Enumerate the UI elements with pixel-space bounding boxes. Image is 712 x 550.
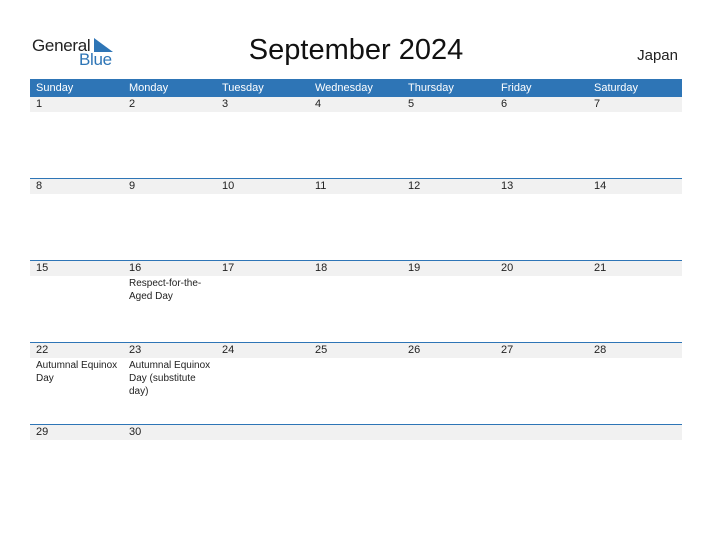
week-row: 1 2 3 4 5 6 7	[30, 97, 682, 178]
day-cell: 17	[216, 261, 309, 303]
day-cell: 19	[402, 261, 495, 303]
day-number: 28	[594, 344, 607, 356]
day-number: 13	[501, 180, 514, 192]
day-cell: 26	[402, 343, 495, 398]
day-number	[594, 425, 681, 440]
day-cell: 24	[216, 343, 309, 398]
day-number: 19	[408, 262, 421, 274]
day-cell: 12	[402, 179, 495, 195]
day-cell: 8	[30, 179, 123, 195]
day-cell: 16 Respect-for-the-Aged Day	[123, 261, 216, 303]
week-row: 29 30	[30, 424, 682, 506]
day-number: 2	[129, 98, 136, 110]
day-number: 1	[36, 98, 43, 110]
holiday-label: Autumnal Equinox Day (substitute day)	[129, 360, 211, 397]
day-number: 23	[129, 344, 142, 356]
day-number: 26	[408, 344, 421, 356]
day-number: 3	[222, 98, 229, 110]
day-number: 18	[315, 262, 328, 274]
day-number: 15	[36, 262, 49, 274]
holiday-label: Autumnal Equinox Day	[36, 360, 118, 384]
day-cell	[402, 425, 495, 441]
day-cell: 27	[495, 343, 588, 398]
day-number: 29	[36, 426, 49, 438]
day-cell: 18	[309, 261, 402, 303]
day-cell: 13	[495, 179, 588, 195]
day-cell: 25	[309, 343, 402, 398]
day-cell: 3	[216, 97, 309, 113]
weekday-friday: Friday	[501, 82, 532, 94]
day-cell: 11	[309, 179, 402, 195]
day-number: 4	[315, 98, 322, 110]
day-cell	[495, 425, 588, 441]
weekday-saturday: Saturday	[594, 82, 639, 94]
week-row: 8 9 10 11 12 13 14	[30, 178, 682, 260]
day-number: 20	[501, 262, 514, 274]
holiday-label: Respect-for-the-Aged Day	[129, 278, 202, 302]
day-number: 22	[36, 344, 49, 356]
day-number: 6	[501, 98, 508, 110]
day-cell: 22 Autumnal Equinox Day	[30, 343, 123, 398]
country-label: Japan	[637, 47, 678, 64]
day-cell	[309, 425, 402, 441]
weekday-thursday: Thursday	[408, 82, 454, 94]
day-cell: 1	[30, 97, 123, 113]
day-cell: 2	[123, 97, 216, 113]
day-cell: 14	[588, 179, 681, 195]
day-cell	[588, 425, 681, 441]
day-cell: 9	[123, 179, 216, 195]
day-number	[501, 425, 588, 440]
day-number: 9	[129, 180, 136, 192]
day-cell: 21	[588, 261, 681, 303]
day-number: 30	[129, 426, 142, 438]
day-number: 21	[594, 262, 607, 274]
day-cell: 20	[495, 261, 588, 303]
weekday-wednesday: Wednesday	[315, 82, 373, 94]
weekday-tuesday: Tuesday	[222, 82, 264, 94]
day-cell: 5	[402, 97, 495, 113]
day-number: 25	[315, 344, 328, 356]
day-number: 7	[594, 98, 601, 110]
day-number: 12	[408, 180, 421, 192]
day-cell: 28	[588, 343, 681, 398]
day-number: 17	[222, 262, 235, 274]
day-cell	[216, 425, 309, 441]
day-number: 10	[222, 180, 235, 192]
calendar-grid: Sunday Monday Tuesday Wednesday Thursday…	[30, 79, 682, 506]
week-row: 22 Autumnal Equinox Day 23 Autumnal Equinox…	[30, 342, 682, 424]
day-number	[222, 425, 309, 440]
day-cell: 7	[588, 97, 681, 113]
page-title: September 2024	[248, 34, 464, 66]
day-number: 8	[36, 180, 43, 192]
day-number: 24	[222, 344, 235, 356]
day-cell: 29	[30, 425, 123, 441]
weekday-sunday: Sunday	[36, 82, 74, 94]
day-number: 16	[129, 262, 142, 274]
day-cell: 10	[216, 179, 309, 195]
day-cell: 6	[495, 97, 588, 113]
day-number: 11	[315, 180, 327, 192]
day-number: 27	[501, 344, 514, 356]
week-row: 15 16 Respect-for-the-Aged Day 17 18 19 20 21	[30, 260, 682, 342]
day-cell: 4	[309, 97, 402, 113]
day-number	[408, 425, 495, 440]
day-cell: 30	[123, 425, 216, 441]
weekday-header: Sunday Monday Tuesday Wednesday Thursday…	[30, 79, 682, 97]
day-cell: 15	[30, 261, 123, 303]
day-cell: 23 Autumnal Equinox Day (substitute day)	[123, 343, 216, 398]
day-number: 5	[408, 98, 415, 110]
weekday-monday: Monday	[129, 82, 169, 94]
day-number	[315, 425, 402, 440]
day-number: 14	[594, 180, 607, 192]
